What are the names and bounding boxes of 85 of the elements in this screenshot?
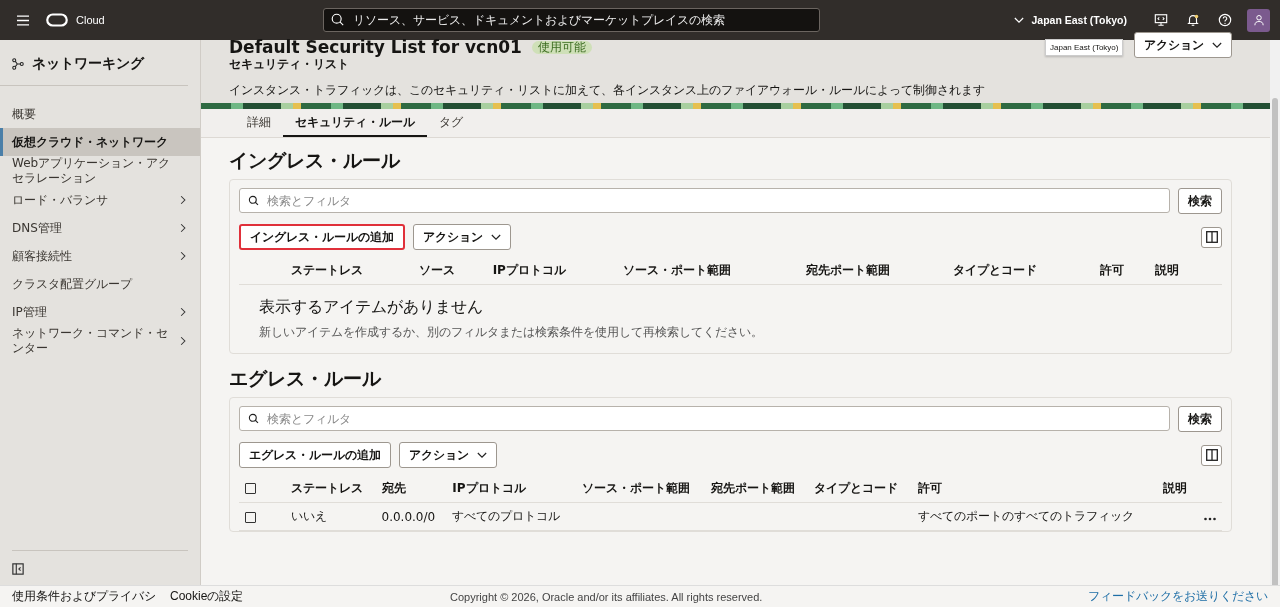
page-subtitle: セキュリティ・リスト [229, 57, 350, 73]
table-cell: すべてのプロトコル [452, 509, 561, 523]
brand-name[interactable]: Cloud [76, 14, 105, 26]
region-selector[interactable]: Japan East (Tokyo) [1013, 14, 1127, 26]
chevron-right-icon [180, 195, 186, 205]
chevron-down-icon [491, 233, 501, 241]
sidebar-item[interactable]: IP管理 [0, 298, 200, 326]
column-header: ステートレス [291, 262, 363, 277]
footer-link[interactable]: Cookieの設定 [170, 588, 244, 605]
columns-button[interactable] [1201, 226, 1222, 248]
column-header: 宛先ポート範囲 [710, 480, 795, 495]
checkbox[interactable] [245, 511, 256, 523]
logo-icon[interactable] [46, 13, 68, 27]
page-description: インスタンス・トラフィックは、このセキュリティ・リストに加えて、各インスタンス上のファイアウォール・ルールによって制御されます [229, 82, 986, 99]
tab[interactable]: 詳細 [235, 109, 283, 137]
network-icon [12, 58, 24, 70]
column-header: 説明 [1163, 480, 1188, 495]
column-header: ソース [419, 262, 456, 277]
collapse-panel-icon[interactable] [12, 563, 24, 575]
monitor-icon[interactable] [1154, 13, 1168, 27]
sidebar-item[interactable]: 顧客接続性 [0, 242, 200, 270]
column-header: IPプロトコル [492, 262, 566, 277]
empty-state-text: 新しいアイテムを作成するか、別のフィルタまたは検索条件を使用して再検索してください。 [259, 324, 764, 341]
actions-button[interactable]: アクション [1134, 32, 1232, 58]
add-rule-button[interactable]: エグレス・ルールの追加 [239, 442, 391, 468]
column-header: 宛先ポート範囲 [806, 262, 891, 277]
more-icon[interactable] [1204, 516, 1216, 521]
chevron-right-icon [180, 223, 186, 233]
table-cell: いいえ [291, 509, 327, 523]
filter-field[interactable]: 検索とフィルタ [239, 406, 1170, 431]
sidebar-item[interactable]: DNS管理 [0, 214, 200, 242]
menu-icon[interactable] [17, 14, 29, 26]
sidebar-item[interactable]: クラスタ配置グループ [0, 270, 200, 298]
table-cell: すべてのポートのすべてのトラフィック [917, 509, 1134, 523]
chevron-right-icon [180, 307, 186, 317]
scrollbar[interactable] [1270, 40, 1280, 585]
sidebar-item[interactable]: 概要 [0, 100, 200, 128]
copyright-text: Copyright © 2026, Oracle and/or its affiliates. All rights reserved. [450, 590, 763, 603]
actions-button[interactable]: アクション [413, 224, 511, 250]
search-button[interactable]: 検索 [1178, 188, 1222, 214]
column-header: 許可 [1099, 262, 1124, 277]
chevron-down-icon [1212, 41, 1222, 49]
tab[interactable]: セキュリティ・ルール [283, 109, 427, 137]
column-header: タイプとコード [814, 480, 899, 495]
status-badge: 使用可能 [531, 40, 592, 54]
footer-link[interactable]: 使用条件およびプライバシ [12, 588, 156, 605]
sidebar-item[interactable]: ネットワーク・コマンド・センター [0, 326, 200, 356]
column-header: 説明 [1154, 262, 1179, 277]
chevron-down-icon [477, 451, 487, 459]
sidebar-title: ネットワーキング [32, 55, 144, 73]
sidebar-item[interactable]: Webアプリケーション・アクセラレーション [0, 156, 200, 186]
empty-state-title: 表示するアイテムがありません [259, 297, 484, 318]
checkbox[interactable] [245, 483, 256, 494]
section-heading: イングレス・ルール [229, 148, 401, 172]
search-icon [330, 13, 344, 26]
columns-icon [1205, 231, 1218, 243]
help-icon[interactable] [1218, 13, 1232, 27]
search-icon [248, 195, 259, 206]
column-header: 許可 [917, 480, 942, 495]
search-field[interactable]: リソース、サービス、ドキュメントおよびマーケットプレイスの検索 [322, 8, 820, 32]
section-heading: エグレス・ルール [229, 366, 382, 390]
feedback-link[interactable]: フィードバックをお送りください [1088, 588, 1268, 605]
column-header: IPプロトコル [452, 480, 526, 495]
chevron-right-icon [180, 251, 186, 261]
avatar-icon[interactable] [1247, 8, 1270, 32]
column-header: ソース・ポート範囲 [622, 262, 731, 277]
search-button[interactable]: 検索 [1178, 406, 1222, 432]
columns-button[interactable] [1201, 444, 1222, 466]
column-header: 宛先 [381, 480, 406, 495]
table-cell: 0.0.0.0/0 [381, 509, 436, 524]
actions-button[interactable]: アクション [399, 442, 497, 468]
sidebar-item[interactable]: 仮想クラウド・ネットワーク [0, 128, 200, 156]
column-header: ステートレス [291, 480, 363, 495]
search-icon [248, 413, 259, 424]
sidebar-item[interactable]: ロード・バランサ [0, 186, 200, 214]
filter-field[interactable]: 検索とフィルタ [239, 188, 1170, 213]
chevron-right-icon [180, 336, 186, 346]
column-header: ソース・ポート範囲 [581, 480, 690, 495]
column-header: タイプとコード [952, 262, 1037, 277]
region-tooltip: Japan East (Tokyo) [1045, 39, 1124, 56]
columns-icon [1205, 449, 1218, 461]
tab[interactable]: タグ [427, 109, 475, 137]
bell-icon[interactable] [1186, 13, 1200, 27]
add-rule-button[interactable]: イングレス・ルールの追加 [239, 224, 405, 250]
chevron-down-icon [1013, 16, 1024, 24]
